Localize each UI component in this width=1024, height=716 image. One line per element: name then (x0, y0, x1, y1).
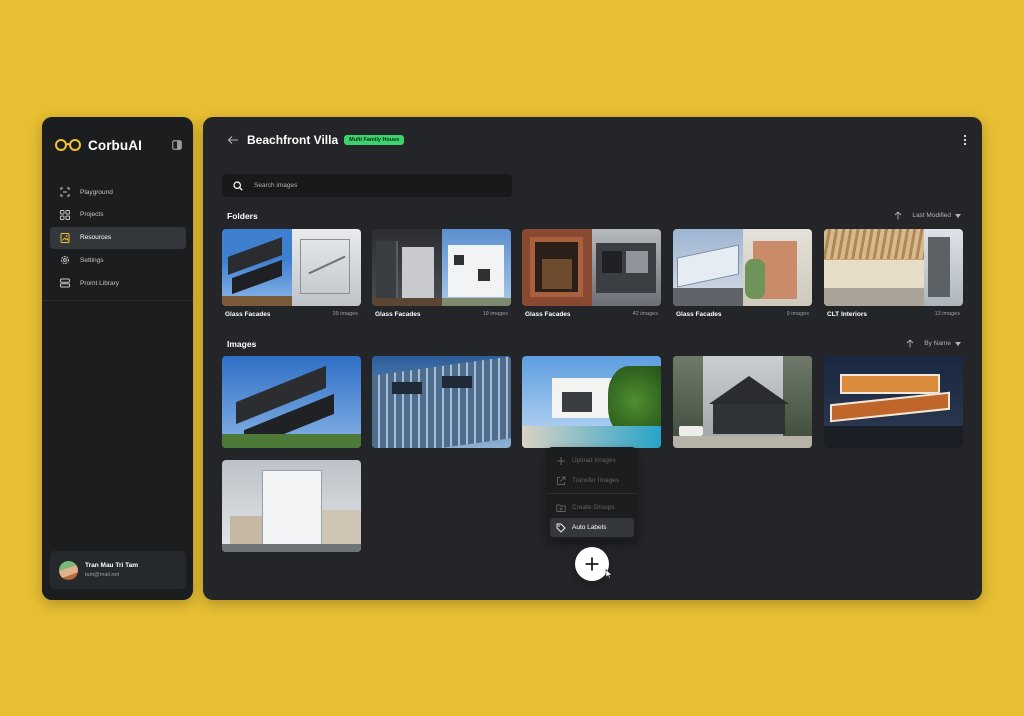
project-type-badge: Multi Family House (344, 135, 405, 145)
user-name: Tran Mau Tri Tam (85, 562, 138, 569)
sidebar-item-resources[interactable]: Resources (50, 226, 186, 249)
sort-arrow-up-icon (906, 339, 914, 348)
sidebar-item-label: Settings (80, 256, 104, 264)
folder-thumbnail (522, 229, 661, 306)
menu-item-transfer-images[interactable]: Transfer Images (550, 471, 634, 490)
folder-card[interactable]: Glass Facades 9 images (673, 229, 812, 318)
folder-count: 19 images (482, 311, 508, 317)
sidebar-item-label: Resources (80, 234, 112, 241)
user-email: tam@mail.net (85, 572, 120, 578)
sidebar-nav: Playground Projects Resources Settings P… (50, 181, 186, 295)
images-heading: Images (227, 339, 257, 349)
images-sort-label: By Name (924, 340, 951, 347)
folder-name: Glass Facades (525, 311, 571, 318)
folder-name: Glass Facades (676, 311, 722, 318)
menu-item-label: Create Groups (572, 504, 615, 511)
folder-count: 13 images (934, 311, 960, 317)
folder-thumbnail (824, 229, 963, 306)
search-bar[interactable] (222, 174, 512, 197)
folder-count: 42 images (632, 311, 658, 317)
stack-icon (60, 278, 70, 288)
sidebar-item-projects[interactable]: Projects (50, 204, 186, 226)
folder-thumbnail (222, 229, 361, 306)
avatar (59, 560, 78, 580)
user-card[interactable]: Tran Mau Tri Tam tam@mail.net (50, 551, 186, 589)
plus-icon (585, 557, 599, 571)
scan-icon (60, 187, 70, 197)
folder-name: CLT Interiors (827, 311, 867, 318)
sidebar-divider (42, 300, 193, 301)
chevron-down-icon (955, 341, 961, 346)
images-sort[interactable]: By Name (906, 339, 961, 348)
arrow-left-icon[interactable] (227, 135, 239, 145)
folder-name: Glass Facades (225, 311, 271, 318)
menu-divider (547, 493, 637, 494)
image-thumbnail[interactable] (372, 356, 511, 448)
menu-item-create-groups[interactable]: Create Groups (550, 498, 634, 517)
image-file-icon (60, 232, 70, 243)
add-button[interactable] (575, 547, 609, 581)
gear-icon (61, 256, 69, 265)
sidebar-item-label: Playground (80, 188, 113, 196)
sort-arrow-up-icon (895, 211, 902, 220)
brand[interactable]: CorbuAI (54, 137, 182, 153)
menu-item-label: Auto Labels (572, 524, 607, 531)
folder-card[interactable]: Glass Facades 42 images (522, 229, 661, 318)
folders-sort-label: Last Modified (912, 212, 951, 219)
folder-card[interactable]: CLT Interiors 13 images (824, 229, 963, 318)
sidebar-item-label: Promt Library (80, 279, 120, 287)
glasses-logo-icon (55, 139, 81, 151)
image-thumbnail[interactable] (824, 356, 963, 448)
brand-name: CorbuAI (88, 137, 142, 153)
folder-count: 9 images (786, 311, 809, 317)
sidebar-item-label: Projects (80, 211, 104, 219)
sidebar-item-promt-library[interactable]: Promt Library (50, 272, 186, 294)
menu-item-label: Upload Images (572, 457, 616, 464)
folder-plus-icon (556, 504, 566, 512)
search-icon (233, 180, 243, 191)
folder-thumbnail (673, 229, 812, 306)
image-thumbnail[interactable] (222, 356, 361, 448)
page-title: Beachfront Villa (247, 133, 339, 147)
sidebar-item-settings[interactable]: Settings (50, 249, 186, 271)
sidebar: CorbuAI Playground Projects Resources Se… (42, 117, 193, 600)
menu-item-label: Transfer Images (572, 477, 620, 484)
chevron-down-icon (955, 213, 961, 218)
sidebar-collapse-icon[interactable] (172, 140, 182, 150)
menu-item-upload-images[interactable]: Upload Images (550, 451, 634, 470)
sidebar-item-playground[interactable]: Playground (50, 181, 186, 203)
add-menu: Upload Images Transfer Images Create Gro… (547, 447, 637, 540)
more-vertical-icon[interactable] (963, 134, 967, 146)
image-thumbnail[interactable] (673, 356, 812, 448)
folders-sort[interactable]: Last Modified (894, 211, 961, 220)
plus-icon (557, 456, 565, 465)
folder-card[interactable]: Glass Facades 39 images (222, 229, 361, 318)
mouse-pointer-icon (605, 569, 613, 579)
page-header: Beachfront Villa Multi Family House (227, 133, 967, 147)
folders-heading: Folders (227, 211, 258, 221)
folder-thumbnail (372, 229, 511, 306)
folder-count: 39 images (332, 311, 358, 317)
folder-card[interactable]: Glass Facades 19 images (372, 229, 511, 318)
grid-icon (60, 209, 70, 220)
external-link-icon (557, 476, 566, 485)
tag-icon (556, 523, 566, 533)
menu-item-auto-labels[interactable]: Auto Labels (550, 518, 634, 537)
folder-name: Glass Facades (375, 311, 421, 318)
search-input[interactable] (254, 182, 494, 189)
image-thumbnail[interactable] (222, 460, 361, 552)
image-thumbnail[interactable] (522, 356, 661, 448)
